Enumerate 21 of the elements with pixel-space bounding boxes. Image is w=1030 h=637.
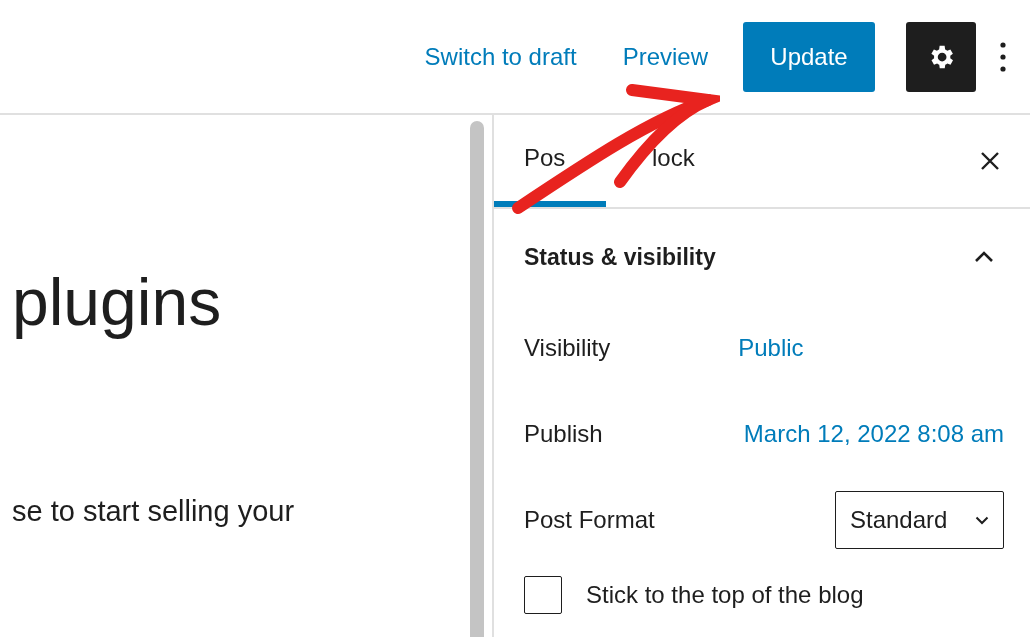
paragraph-text: se to start selling your (12, 495, 296, 528)
close-icon (980, 151, 1000, 171)
field-value-link[interactable]: March 12, 2022 8:08 am (743, 420, 1004, 448)
more-icon (1000, 40, 1006, 73)
settings-button[interactable] (906, 21, 976, 92)
chevron-down-icon (975, 515, 989, 525)
panel-header[interactable]: Status & visibility (494, 209, 1030, 305)
format-select[interactable]: Standard (835, 491, 1004, 549)
scrollbar-thumb[interactable] (470, 121, 484, 637)
chevron-icon (974, 251, 994, 263)
sidebar-tab[interactable]: Pos (494, 115, 606, 207)
field-value-link[interactable]: Public (738, 334, 804, 362)
sidebar-tab[interactable]: lock (606, 115, 736, 207)
update-button[interactable]: Update (743, 21, 875, 92)
field-label: Publish (524, 420, 603, 448)
header-link[interactable]: Preview (622, 42, 708, 71)
header-link[interactable]: Switch to draft (424, 42, 577, 71)
field-label: Post Format (524, 506, 655, 534)
checkbox[interactable] (524, 576, 562, 614)
field-label: Visibility (524, 334, 611, 362)
checkbox-label: Stick to the top of the blog (586, 581, 864, 609)
